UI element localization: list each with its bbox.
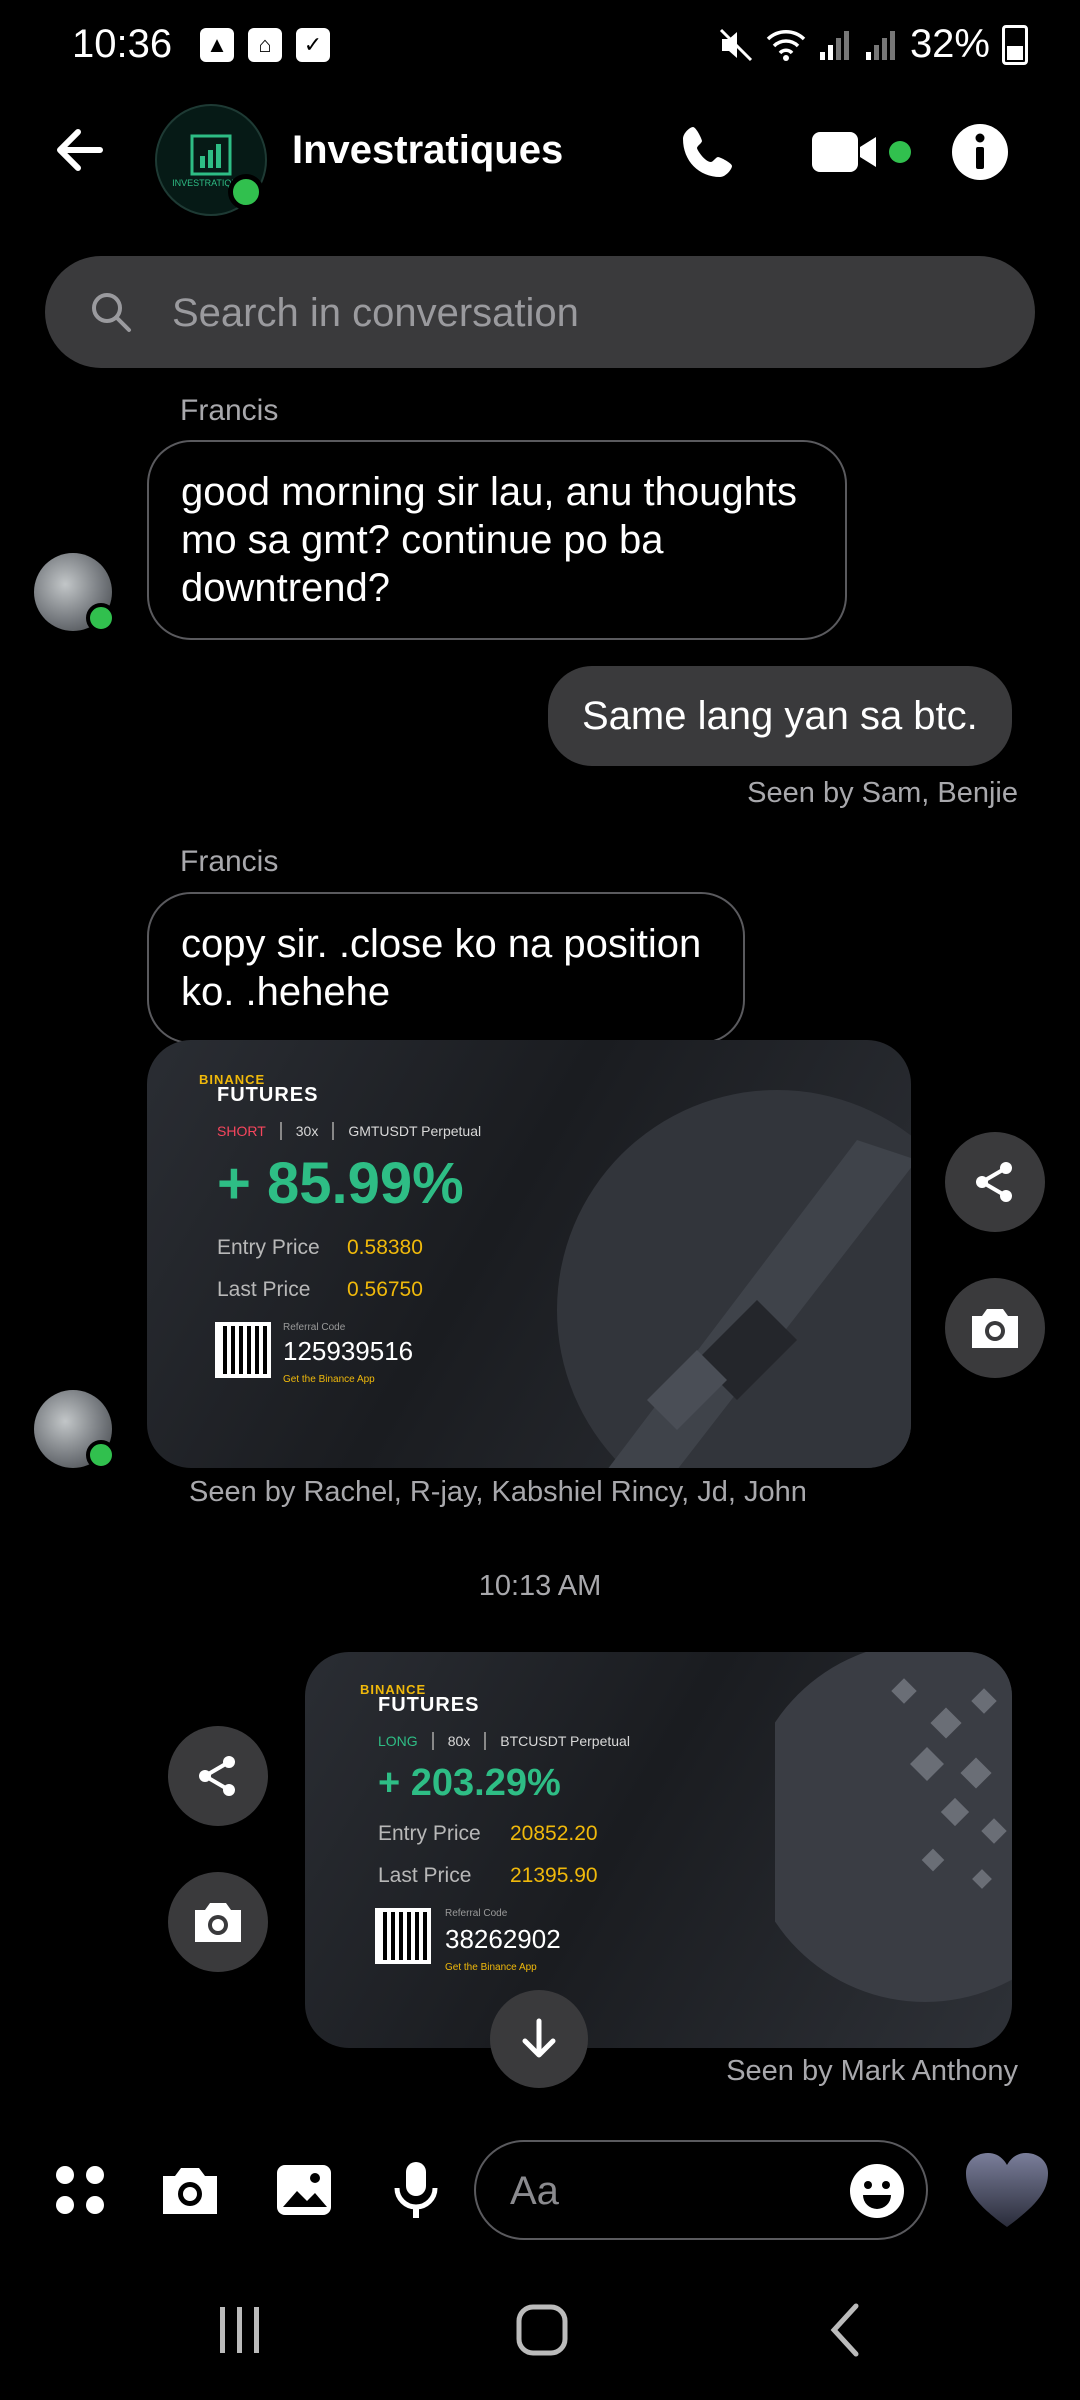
online-indicator bbox=[228, 174, 264, 210]
brand-big: FUTURES bbox=[378, 1694, 480, 1716]
check-notification-icon: ✓ bbox=[296, 28, 330, 62]
position-side: LONG bbox=[378, 1733, 418, 1749]
brand-big: FUTURES bbox=[217, 1084, 319, 1106]
camera-icon bbox=[972, 1309, 1018, 1348]
status-right: 32% bbox=[718, 22, 1028, 67]
position-tags: LONG 80x BTCUSDT Perpetual bbox=[378, 1732, 630, 1750]
referral-code: 125939516 bbox=[283, 1336, 414, 1366]
position-tags: SHORT 30x GMTUSDT Perpetual bbox=[217, 1122, 481, 1140]
divider bbox=[332, 1122, 335, 1140]
app-label: Get the Binance App bbox=[445, 1962, 537, 1973]
timestamp: 10:13 AM bbox=[478, 1570, 602, 1602]
chat-title[interactable]: Investratiques bbox=[292, 128, 563, 173]
search-input[interactable] bbox=[170, 256, 974, 370]
scroll-down-button[interactable] bbox=[490, 1990, 588, 2088]
video-icon[interactable] bbox=[810, 120, 920, 184]
image-icon[interactable] bbox=[272, 2158, 336, 2222]
recents-button[interactable] bbox=[200, 2300, 280, 2360]
scroll-down-icon bbox=[522, 2018, 556, 2058]
nav-back-button[interactable] bbox=[806, 2300, 886, 2360]
diamond-pattern bbox=[775, 1652, 1012, 2002]
online-indicator bbox=[86, 1440, 116, 1470]
last-price: 21395.90 bbox=[510, 1864, 598, 1887]
signal-icon-2 bbox=[865, 30, 895, 60]
info-icon[interactable] bbox=[948, 120, 1012, 184]
recents-icon bbox=[220, 2307, 259, 2353]
entry-price: 20852.20 bbox=[510, 1822, 598, 1845]
home-notification-icon: ⌂ bbox=[248, 28, 282, 62]
referral-code: 38262902 bbox=[445, 1924, 561, 1954]
status-notification-icons: ▲ ⌂ ✓ bbox=[200, 28, 330, 62]
gallery-notification-icon: ▲ bbox=[200, 28, 234, 62]
share-icon bbox=[199, 1756, 235, 1796]
avatar[interactable] bbox=[34, 1390, 116, 1470]
entry-label: Entry Price bbox=[217, 1236, 320, 1259]
mute-icon bbox=[719, 28, 752, 61]
camera-button[interactable] bbox=[168, 1872, 268, 1972]
pair: GMTUSDT Perpetual bbox=[348, 1123, 482, 1139]
entry-price: 0.58380 bbox=[347, 1236, 423, 1259]
incoming-message[interactable]: copy sir. .close ko na position ko. .heh… bbox=[147, 892, 745, 1044]
referral-label: Referral Code bbox=[283, 1322, 346, 1333]
sender-name: Francis bbox=[180, 845, 279, 878]
message-input[interactable] bbox=[508, 2142, 812, 2240]
camera-icon[interactable] bbox=[158, 2158, 222, 2222]
camera-button[interactable] bbox=[945, 1278, 1045, 1378]
pnl-percent: + 85.99% bbox=[217, 1151, 464, 1216]
battery-percent: 32% bbox=[909, 22, 990, 66]
divider bbox=[279, 1122, 282, 1140]
entry-label: Entry Price bbox=[378, 1822, 481, 1845]
search-icon bbox=[92, 293, 131, 332]
last-label: Last Price bbox=[217, 1278, 311, 1301]
seen-receipt: Seen by Sam, Benjie bbox=[747, 777, 1018, 809]
emoji-icon[interactable] bbox=[848, 2162, 906, 2220]
qr-code bbox=[215, 1322, 271, 1378]
home-button[interactable] bbox=[502, 2300, 582, 2360]
camera-icon bbox=[195, 1903, 241, 1942]
search-bar[interactable] bbox=[45, 256, 1035, 370]
back-arrow-icon[interactable] bbox=[50, 120, 110, 180]
share-button[interactable] bbox=[168, 1726, 268, 1826]
chart-logo-icon bbox=[190, 134, 232, 176]
binance-futures-image-2[interactable]: BINANCE FUTURES LONG 80x BTCUSDT Perpetu… bbox=[305, 1652, 1012, 2048]
app-label: Get the Binance App bbox=[283, 1374, 375, 1385]
status-time: 10:36 bbox=[72, 22, 173, 66]
phone-icon[interactable] bbox=[676, 120, 740, 184]
seen-receipt: Seen by Mark Anthony bbox=[726, 2055, 1018, 2087]
battery-icon bbox=[1002, 24, 1028, 65]
wifi-icon bbox=[766, 29, 806, 61]
share-icon bbox=[976, 1162, 1012, 1202]
pair: BTCUSDT Perpetual bbox=[500, 1733, 630, 1749]
online-indicator bbox=[86, 603, 116, 633]
pnl-percent: + 203.29% bbox=[378, 1762, 561, 1804]
divider bbox=[431, 1732, 434, 1750]
referral-label: Referral Code bbox=[445, 1908, 508, 1919]
sender-name: Francis bbox=[180, 394, 279, 427]
leverage: 80x bbox=[447, 1733, 471, 1749]
outgoing-message[interactable]: Same lang yan sa btc. bbox=[548, 666, 1012, 766]
apps-icon[interactable] bbox=[48, 2158, 112, 2222]
home-icon bbox=[516, 2304, 568, 2356]
avatar[interactable] bbox=[34, 553, 116, 633]
divider bbox=[484, 1732, 487, 1750]
signal-icon bbox=[819, 30, 849, 60]
binance-futures-image-1[interactable]: BINANCE FUTURES SHORT 30x GMTUSDT Perpet… bbox=[147, 1040, 911, 1468]
nav-back-icon bbox=[830, 2303, 859, 2357]
leverage: 30x bbox=[295, 1123, 319, 1139]
share-button[interactable] bbox=[945, 1132, 1045, 1232]
position-side: SHORT bbox=[217, 1123, 266, 1139]
mic-icon[interactable] bbox=[384, 2158, 448, 2222]
heart-icon[interactable] bbox=[962, 2150, 1052, 2230]
qr-code bbox=[375, 1908, 431, 1964]
rocket-illustration bbox=[557, 1090, 911, 1468]
incoming-message[interactable]: good morning sir lau, anu thoughts mo sa… bbox=[147, 440, 847, 640]
message-composer[interactable] bbox=[474, 2140, 928, 2240]
last-price: 0.56750 bbox=[347, 1278, 423, 1301]
last-label: Last Price bbox=[378, 1864, 472, 1887]
seen-receipt: Seen by Rachel, R-jay, Kabshiel Rincy, J… bbox=[189, 1476, 807, 1508]
